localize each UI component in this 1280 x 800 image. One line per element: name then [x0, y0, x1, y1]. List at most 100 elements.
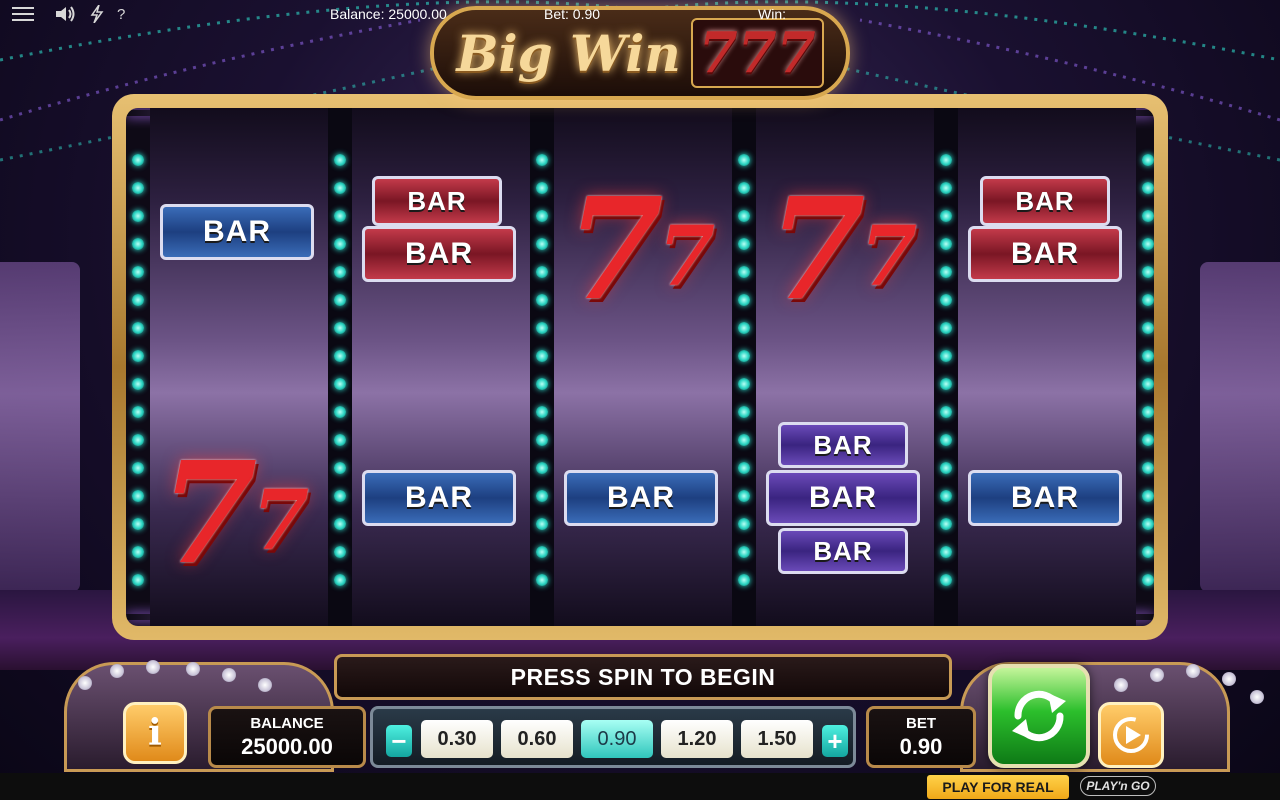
deck-bulb [146, 660, 160, 674]
bar-symbol: BAR [362, 470, 516, 526]
reel-light-dot [132, 182, 144, 194]
bar-symbol: BAR [372, 176, 502, 226]
bet-option[interactable]: 0.30 [421, 720, 493, 758]
bar-symbol: BAR [362, 226, 516, 282]
bet-option[interactable]: 1.50 [741, 720, 813, 758]
bet-option-selected[interactable]: 0.90 [581, 720, 653, 758]
reel-light-dot [334, 350, 346, 362]
reel-light-dot [1142, 378, 1154, 390]
reel-light-dot [132, 434, 144, 446]
bet-value: 0.90 [899, 733, 943, 759]
reel-light-dot [940, 266, 952, 278]
sound-icon[interactable] [54, 4, 76, 24]
reel-light-dot [940, 294, 952, 306]
reel-light-dot [940, 210, 952, 222]
increase-bet-button[interactable]: + [822, 725, 848, 757]
bet-option[interactable]: 1.20 [661, 720, 733, 758]
brand-logo: PLAY'n GO [1080, 776, 1156, 796]
spin-button[interactable] [988, 664, 1090, 768]
logo-text: Big Win [456, 23, 681, 83]
reel-light-dot [940, 350, 952, 362]
status-message: PRESS SPIN TO BEGIN [334, 654, 952, 700]
reel-light-column [1136, 154, 1154, 604]
reel-light-dot [940, 462, 952, 474]
reel-light-dot [334, 462, 346, 474]
reel-light-dot [132, 378, 144, 390]
deck-bulb [186, 662, 200, 676]
reel-light-dot [738, 154, 750, 166]
reel-light-dot [536, 182, 548, 194]
reel-light-dot [738, 350, 750, 362]
seven-symbol: 77 [768, 168, 918, 332]
game-logo: Big Win 777 [430, 6, 850, 100]
reel-light-dot [536, 322, 548, 334]
reel-light-dot [334, 406, 346, 418]
reel-light-dot [536, 210, 548, 222]
reel-light-dot [334, 182, 346, 194]
info-icon: i [148, 712, 162, 754]
reel-light-dot [132, 322, 144, 334]
reel-2: BAR BAR BAR [352, 108, 530, 626]
reel-light-dot [536, 434, 548, 446]
play-for-real-button[interactable]: PLAY FOR REAL [927, 775, 1069, 799]
balance-value: 25000.00 [241, 733, 333, 759]
reel-light-dot [132, 266, 144, 278]
reel-light-dot [940, 518, 952, 530]
footer-balance: Balance: 25000.00 [330, 6, 447, 22]
bar-symbol: BAR [160, 204, 314, 260]
info-button[interactable]: i [123, 702, 187, 764]
decrease-bet-button[interactable]: − [386, 725, 412, 757]
plus-icon: + [827, 726, 843, 756]
reel-light-dot [738, 182, 750, 194]
turbo-icon[interactable] [90, 4, 104, 24]
reel-light-column [732, 154, 756, 604]
reel-light-dot [536, 378, 548, 390]
menu-icon[interactable] [12, 4, 34, 24]
reel-light-dot [334, 322, 346, 334]
reel-light-dot [536, 574, 548, 586]
reel-1: BAR 77 [150, 108, 328, 626]
bet-option[interactable]: 0.60 [501, 720, 573, 758]
reel-light-dot [1142, 574, 1154, 586]
deck-bulb [1250, 690, 1264, 704]
reel-light-dot [334, 154, 346, 166]
reel-light-dot [738, 210, 750, 222]
reel-light-dot [940, 322, 952, 334]
reel-light-dot [940, 434, 952, 446]
minus-icon: − [391, 726, 407, 756]
bar-symbol: BAR [778, 528, 908, 574]
logo-sevens: 777 [690, 18, 824, 88]
reel-light-dot [536, 546, 548, 558]
reel-3: 77 BAR [554, 108, 732, 626]
footer-win: Win: [758, 6, 786, 22]
reel-light-dot [334, 294, 346, 306]
reel-light-dot [940, 490, 952, 502]
reel-light-dot [738, 266, 750, 278]
reel-light-dot [132, 294, 144, 306]
reel-frame: BAR 77 BAR BAR BAR 77 BAR 77 BAR BAR BAR [112, 94, 1168, 640]
reel-light-dot [1142, 406, 1154, 418]
reel-light-dot [738, 322, 750, 334]
reel-light-column [530, 154, 554, 604]
deck-bulb [110, 664, 124, 678]
reel-light-dot [1142, 210, 1154, 222]
autoplay-button[interactable] [1098, 702, 1164, 768]
reel-light-dot [132, 350, 144, 362]
reel-light-dot [536, 490, 548, 502]
deck-bulb [78, 676, 92, 690]
reel-light-dot [1142, 294, 1154, 306]
reel-light-dot [940, 378, 952, 390]
reel-light-dot [334, 434, 346, 446]
reel-light-dot [132, 210, 144, 222]
reel-light-dot [1142, 154, 1154, 166]
bet-display: BET 0.90 [866, 706, 976, 768]
reel-light-dot [334, 266, 346, 278]
help-icon[interactable]: ? [117, 4, 125, 24]
reel-light-dot [1142, 490, 1154, 502]
reel-light-dot [132, 546, 144, 558]
reel-light-dot [738, 378, 750, 390]
reel-light-dot [334, 210, 346, 222]
reel-light-dot [536, 406, 548, 418]
deck-bulb [1222, 672, 1236, 686]
reel-light-dot [1142, 182, 1154, 194]
